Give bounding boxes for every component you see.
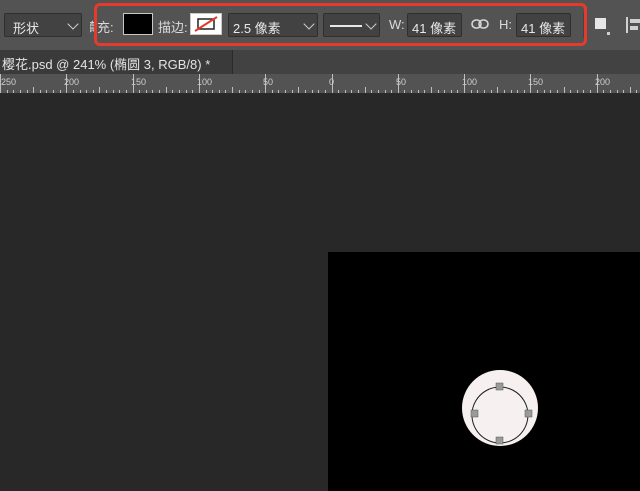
dropdown-indicator-icon (607, 32, 610, 35)
ellipse-shape[interactable] (328, 252, 640, 491)
tool-mode-value: 形状 (13, 21, 40, 36)
document-canvas[interactable] (328, 252, 640, 491)
ruler-label: 100 (462, 77, 478, 87)
highlight-annotation (94, 3, 587, 46)
anchor-point[interactable] (495, 382, 504, 391)
ruler-label: 200 (595, 77, 611, 87)
document-tab[interactable]: 樱花.psd @ 241% (椭圆 3, RGB/8) * (0, 50, 233, 74)
ruler-ticks (0, 74, 637, 93)
ruler-label: 250 (1, 77, 17, 87)
anchor-point[interactable] (470, 409, 479, 418)
tool-mode-select[interactable]: 形状 (4, 13, 82, 37)
square-icon (595, 18, 606, 29)
ruler-label: 50 (263, 77, 274, 87)
path-operations-button[interactable] (593, 15, 613, 37)
ruler-label: 150 (131, 77, 147, 87)
path-alignment-icon[interactable] (625, 16, 640, 34)
chevron-down-icon (67, 18, 79, 30)
anchor-point[interactable] (495, 436, 504, 445)
ruler-label: 150 (528, 77, 544, 87)
options-bar: 形状 填充: 描边: 2.5 像素 W: 41 像素 H: 41 像素 (0, 0, 640, 50)
horizontal-ruler[interactable]: 250 200 150 100 50 0 50 100 150 200 (0, 74, 640, 94)
ruler-label: 50 (396, 77, 407, 87)
ruler-label: 200 (64, 77, 80, 87)
ruler-label: 0 (329, 77, 335, 87)
ruler-label: 100 (197, 77, 213, 87)
anchor-point[interactable] (524, 409, 533, 418)
document-tab-title: 樱花.psd @ 241% (椭圆 3, RGB/8) * (2, 57, 211, 72)
